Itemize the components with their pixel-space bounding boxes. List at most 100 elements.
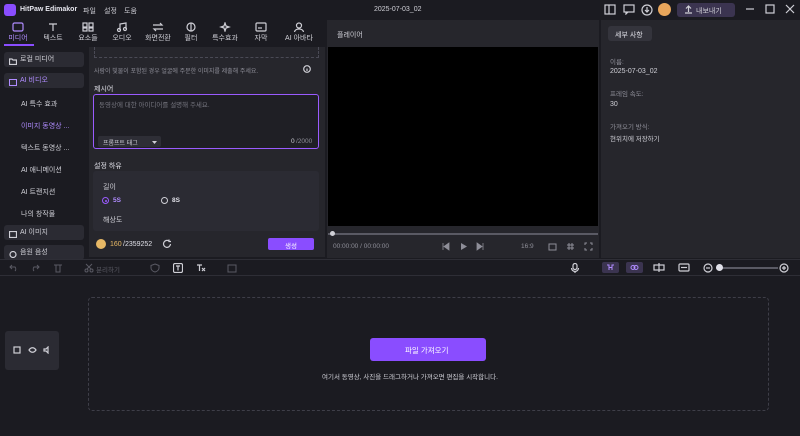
audio-track-icon[interactable] — [43, 345, 52, 356]
trim-icon[interactable] — [653, 263, 665, 274]
menu-file[interactable]: 파일 — [83, 6, 96, 16]
sidebar-item-local-media[interactable]: 로컬 미디어 — [4, 52, 84, 67]
video-canvas[interactable] — [328, 47, 598, 226]
effects-icon — [210, 22, 240, 32]
sidebar-item-text-to-video[interactable]: 텍스트 동영상 ... — [21, 143, 69, 153]
undo-icon[interactable] — [9, 263, 19, 274]
tab-effects[interactable]: 특수효과 — [210, 20, 240, 45]
generate-button[interactable]: 생성 — [268, 238, 314, 250]
export-icon — [684, 5, 693, 16]
sidebar-item-label: AI 이미지 — [20, 229, 48, 236]
magnet-toggle[interactable] — [602, 262, 619, 273]
avatar-icon — [282, 22, 316, 32]
feedback-icon[interactable] — [623, 4, 635, 17]
tab-details[interactable]: 세부 사항 — [608, 26, 652, 41]
tab-transition[interactable]: 화면전환 — [143, 20, 173, 45]
tab-subtitle-label: 자막 — [254, 35, 268, 42]
image-icon — [8, 229, 18, 244]
upload-area[interactable] — [94, 47, 319, 58]
progress-handle[interactable] — [330, 231, 335, 236]
download-icon[interactable] — [641, 4, 653, 18]
tab-elements[interactable]: 요소들 — [73, 20, 103, 45]
layout-icon[interactable] — [604, 4, 616, 17]
play-icon[interactable] — [459, 242, 468, 253]
grid-icon[interactable] — [566, 242, 575, 253]
video-icon — [9, 77, 17, 92]
link-toggle[interactable] — [626, 262, 643, 273]
drop-hint: 여기서 동영상, 사진을 드래그하거나 가져오면 편집을 시작합니다. — [322, 374, 498, 381]
prompt-tag-button[interactable]: 프롬프트 태그 — [98, 136, 161, 147]
caret-down-icon — [152, 140, 157, 147]
sidebar-item-ai-effects[interactable]: AI 특수 효과 — [21, 99, 57, 109]
crop-icon[interactable] — [227, 263, 237, 275]
snapshot-icon[interactable] — [548, 242, 557, 253]
import-file-label: 파일 가져오기 — [405, 346, 449, 355]
sidebar-item-ai-video[interactable]: AI 비디오 — [4, 73, 84, 88]
avatar[interactable] — [658, 3, 671, 16]
visibility-icon[interactable] — [28, 346, 37, 356]
project-title: 2025-07-03_02 — [374, 6, 422, 13]
maximize-icon[interactable] — [765, 4, 775, 16]
tab-ai-avatar[interactable]: AI 아바타 — [282, 20, 316, 45]
delete-icon[interactable] — [53, 263, 63, 275]
video-track-icon[interactable] — [13, 346, 21, 356]
menu-settings[interactable]: 설정 — [104, 6, 117, 16]
sidebar-item-ai-transition[interactable]: AI 트랜지션 — [21, 187, 55, 197]
resolution-label: 해상도 — [103, 217, 123, 224]
sidebar-item-image-to-video[interactable]: 이미지 동영상 ... — [21, 121, 69, 131]
sidebar-item-ai-animation[interactable]: AI 애니메이션 — [21, 165, 62, 175]
split-icon[interactable] — [84, 263, 94, 275]
text-tool-icon[interactable] — [172, 262, 184, 275]
zoom-slider[interactable] — [716, 267, 778, 269]
tab-text[interactable]: 텍스트 — [38, 20, 68, 45]
active-tab-indicator — [4, 44, 34, 46]
sidebar-item-label: 음원 음성 — [20, 249, 48, 256]
close-icon[interactable] — [785, 4, 795, 16]
char-count: 0 — [291, 138, 295, 145]
minimize-icon[interactable] — [745, 4, 755, 16]
player-panel: 플레이어 00:00:00 / 00:00:00 16:9 — [327, 20, 599, 258]
export-label: 내보내기 — [696, 8, 722, 15]
transition-icon — [143, 22, 173, 32]
microphone-icon[interactable] — [570, 262, 580, 275]
progress-bar[interactable] — [328, 233, 598, 235]
generate-label: 생성 — [285, 243, 297, 250]
shield-icon[interactable] — [150, 263, 160, 275]
import-file-button[interactable]: 파일 가져오기 — [370, 338, 486, 361]
refresh-icon[interactable] — [162, 239, 172, 251]
info-icon[interactable] — [303, 65, 311, 75]
sidebar-item-my-creations[interactable]: 나의 창작물 — [21, 209, 55, 219]
prev-frame-icon[interactable] — [441, 242, 450, 253]
remove-text-icon[interactable] — [196, 263, 206, 275]
title-bar: HitPaw Edimakor 파일 설정 도움 2025-07-03_02 내… — [0, 0, 800, 20]
tab-filter[interactable]: 필터 — [176, 20, 206, 45]
app-title: HitPaw Edimakor — [20, 6, 78, 13]
tab-text-label: 텍스트 — [43, 35, 63, 42]
fps-value: 30 — [610, 101, 618, 108]
tab-subtitle[interactable]: 자막 — [246, 20, 276, 45]
location-label: 가져오기 방식: — [610, 124, 650, 131]
sidebar-item-label: AI 비디오 — [20, 77, 48, 84]
sidebar-item-ai-image[interactable]: AI 이미지 — [4, 225, 84, 240]
export-button[interactable]: 내보내기 — [677, 3, 735, 17]
zoom-in-icon[interactable] — [779, 263, 789, 275]
zoom-slider-handle[interactable] — [716, 264, 723, 271]
tab-effects-label: 특수효과 — [212, 35, 238, 42]
prompt-tag-label: 프롬프트 태그 — [103, 141, 138, 147]
zoom-out-icon[interactable] — [703, 263, 713, 275]
menu-help[interactable]: 도움 — [124, 6, 137, 16]
sidebar-item-audio[interactable]: 음원 음성 — [4, 245, 84, 260]
tab-filter-label: 필터 — [184, 35, 198, 42]
tab-audio[interactable]: 오디오 — [107, 20, 137, 45]
next-frame-icon[interactable] — [476, 242, 485, 253]
prompt-input[interactable]: 동영상에 대한 아이디어를 설명해 주세요. 프롬프트 태그 0 /2000 — [93, 94, 319, 149]
elements-icon — [73, 22, 103, 32]
filter-icon — [176, 22, 206, 32]
radio-icon — [161, 197, 168, 204]
fullscreen-icon[interactable] — [584, 242, 593, 253]
drop-zone[interactable]: 파일 가져오기 여기서 동영상, 사진을 드래그하거나 가져오면 편집을 시작합… — [88, 297, 769, 411]
redo-icon[interactable] — [30, 263, 40, 274]
fit-icon[interactable] — [678, 263, 690, 274]
aspect-ratio[interactable]: 16:9 — [521, 243, 534, 250]
tab-media[interactable]: 미디어 — [3, 20, 33, 45]
